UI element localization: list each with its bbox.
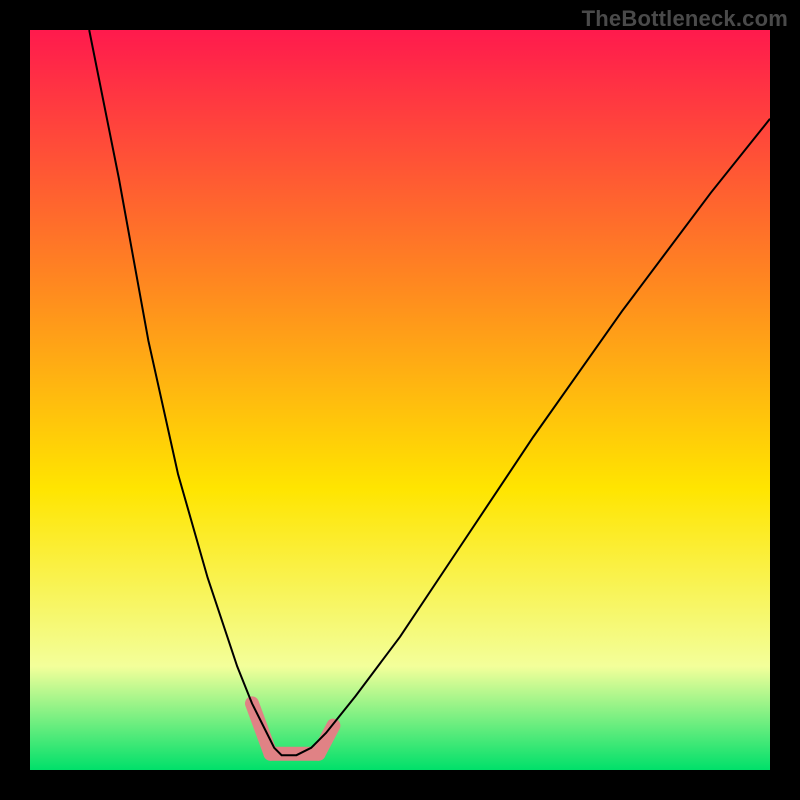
plot-area bbox=[30, 30, 770, 770]
watermark-text: TheBottleneck.com bbox=[582, 6, 788, 32]
bottleneck-curve bbox=[89, 30, 770, 755]
chart-frame: TheBottleneck.com bbox=[0, 0, 800, 800]
chart-svg bbox=[30, 30, 770, 770]
optimal-marker-right bbox=[319, 726, 334, 754]
